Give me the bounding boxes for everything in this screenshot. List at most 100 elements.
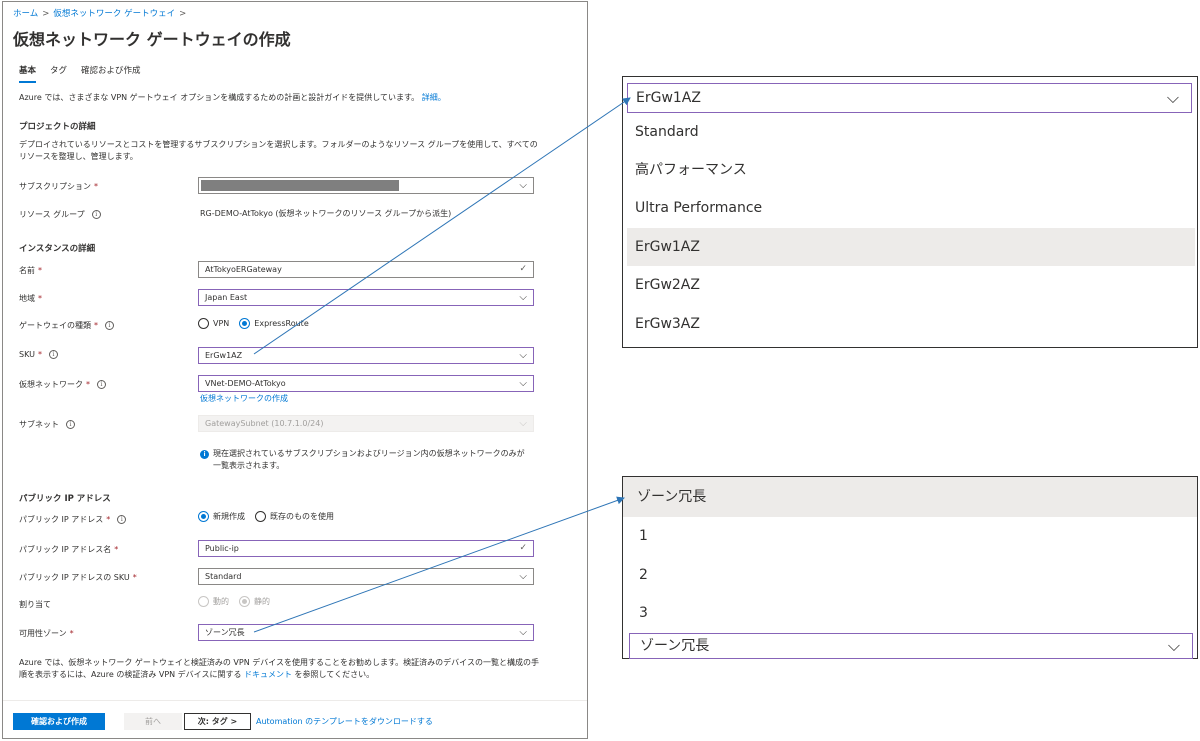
create-gateway-panel: ホーム > 仮想ネットワーク ゲートウェイ > 仮想ネットワーク ゲートウェイの作成 … <box>2 1 588 739</box>
more-options-icon[interactable]: ··· <box>267 29 278 43</box>
subscription-label-text: サブスクリプション <box>19 182 91 191</box>
public-ip-name-label: パブリック IP アドレス名 * <box>19 544 118 555</box>
sku-label-text: SKU <box>19 350 35 359</box>
sku-option[interactable]: ErGw3AZ <box>627 305 1195 343</box>
radio-static-label: 静的 <box>254 597 270 606</box>
review-create-button[interactable]: 確認および作成 <box>13 713 105 730</box>
vnet-dropdown[interactable]: VNet-DEMO-AtTokyo ⌵ <box>198 375 534 392</box>
sku-option-selected[interactable]: ErGw1AZ <box>627 228 1195 266</box>
vnet-info-note-text: 現在選択されているサブスクリプションおよびリージョン内の仮想ネットワークのみが一… <box>213 449 525 470</box>
zone-option[interactable]: 2 <box>623 556 1197 594</box>
info-icon[interactable]: i <box>91 210 101 219</box>
radio-static: 静的 <box>239 596 270 607</box>
download-template-link[interactable]: Automation のテンプレートをダウンロードする <box>256 716 433 727</box>
public-ip-sku-label: パブリック IP アドレスの SKU * <box>19 572 137 583</box>
tab-review-create[interactable]: 確認および作成 <box>81 64 141 83</box>
vnet-value: VNet-DEMO-AtTokyo <box>205 379 286 388</box>
chevron-down-icon: ⌵ <box>519 418 527 429</box>
zone-option[interactable]: 3 <box>623 594 1197 632</box>
sku-label: SKU * i <box>19 350 58 359</box>
required-marker: * <box>38 294 42 303</box>
gateway-type-label-text: ゲートウェイの種類 <box>19 321 91 330</box>
gateway-type-radio-group: VPN ExpressRoute <box>198 318 309 329</box>
region-label-text: 地域 <box>19 294 35 303</box>
subscription-dropdown[interactable]: ⌵ <box>198 177 534 194</box>
radio-expressroute[interactable]: ExpressRoute <box>239 318 309 329</box>
subnet-label: サブネット i <box>19 419 75 430</box>
info-icon[interactable]: i <box>66 420 75 429</box>
public-ip-label: パブリック IP アドレス * i <box>19 514 127 525</box>
zone-option[interactable]: 1 <box>623 517 1197 555</box>
region-dropdown[interactable]: Japan East ⌵ <box>198 289 534 306</box>
public-ip-radio-group: 新規作成 既存のものを使用 <box>198 511 334 522</box>
create-vnet-link[interactable]: 仮想ネットワークの作成 <box>200 393 288 404</box>
documentation-link[interactable]: ドキュメント <box>244 670 292 679</box>
subscription-label: サブスクリプション * <box>19 181 98 192</box>
region-label: 地域 * <box>19 293 42 304</box>
redacted-value <box>201 180 399 191</box>
availability-zone-label: 可用性ゾーン * <box>19 628 74 639</box>
instance-details-heading: インスタンスの詳細 <box>19 244 96 254</box>
check-icon: ✓ <box>519 264 527 274</box>
chevron-down-icon: ⌵ <box>519 571 527 582</box>
info-icon[interactable]: i <box>117 515 127 524</box>
name-input[interactable]: AtTokyoERGateway ✓ <box>198 261 534 278</box>
resource-group-value: RG-DEMO-AtTokyo (仮想ネットワークのリソース グループから派生) <box>200 209 452 218</box>
required-marker: * <box>106 515 111 524</box>
info-icon[interactable]: i <box>105 321 114 330</box>
info-icon[interactable]: i <box>97 380 106 389</box>
radio-dynamic-label: 動的 <box>213 597 229 606</box>
required-marker: * <box>38 266 42 275</box>
info-icon[interactable]: i <box>48 350 58 359</box>
chevron-down-icon: ⌵ <box>519 627 527 638</box>
radio-create-new[interactable]: 新規作成 <box>198 511 245 522</box>
vnet-info-note: i 現在選択されているサブスクリプションおよびリージョン内の仮想ネットワークのみが… <box>200 448 530 472</box>
chevron-down-icon: ⌵ <box>1166 88 1179 107</box>
breadcrumb-parent[interactable]: 仮想ネットワーク ゲートウェイ <box>53 9 175 19</box>
tab-basics[interactable]: 基本 <box>19 64 37 83</box>
tab-tags[interactable]: タグ <box>50 64 67 83</box>
availability-zone-dropdown[interactable]: ゾーン冗長 ⌵ <box>198 624 534 641</box>
breadcrumb-separator: > <box>42 9 50 19</box>
gateway-type-label: ゲートウェイの種類 * i <box>19 320 114 331</box>
learn-more-link[interactable]: 詳細。 <box>422 93 446 102</box>
assignment-radio-group: 動的 静的 <box>198 596 270 607</box>
radio-selected-icon <box>198 511 209 522</box>
check-icon: ✓ <box>519 543 527 553</box>
public-ip-name-value: Public-ip <box>205 544 239 553</box>
radio-use-existing-label: 既存のものを使用 <box>270 512 334 521</box>
sku-option[interactable]: ErGw2AZ <box>627 266 1195 304</box>
required-marker: * <box>37 350 42 359</box>
subnet-label-text: サブネット <box>19 420 59 429</box>
breadcrumb-home[interactable]: ホーム <box>13 9 38 19</box>
subnet-dropdown: GatewaySubnet (10.7.1.0/24) ⌵ <box>198 415 534 432</box>
availability-zone-value: ゾーン冗長 <box>205 628 245 637</box>
page-title: 仮想ネットワーク ゲートウェイの作成 <box>13 30 291 49</box>
sku-option[interactable]: Standard <box>627 113 1195 151</box>
zone-option-selected[interactable]: ゾーン冗長 <box>623 477 1197 517</box>
radio-circle-icon <box>198 596 209 607</box>
required-marker: * <box>132 573 137 582</box>
sku-dropdown[interactable]: ErGw1AZ ⌵ <box>198 347 534 364</box>
info-filled-icon: i <box>200 450 209 459</box>
sku-dropdown-expanded[interactable]: ErGw1AZ ⌵ <box>627 83 1192 113</box>
public-ip-name-input[interactable]: Public-ip ✓ <box>198 540 534 557</box>
assignment-label: 割り当て <box>19 600 51 609</box>
public-ip-sku-dropdown[interactable]: Standard ⌵ <box>198 568 534 585</box>
radio-vpn[interactable]: VPN <box>198 318 229 329</box>
next-tags-button[interactable]: 次: タグ > <box>184 713 251 730</box>
sku-option[interactable]: 高パフォーマンス <box>627 151 1195 189</box>
previous-button: 前へ <box>124 713 182 730</box>
tab-bar: 基本 タグ 確認および作成 <box>19 64 141 83</box>
radio-expressroute-label: ExpressRoute <box>254 319 309 328</box>
breadcrumb: ホーム > 仮想ネットワーク ゲートウェイ > <box>13 7 190 19</box>
sku-option[interactable]: Ultra Performance <box>627 189 1195 227</box>
public-ip-sku-label-text: パブリック IP アドレスの SKU <box>19 573 130 582</box>
chevron-down-icon: ⌵ <box>519 292 527 303</box>
zone-dropdown-expanded[interactable]: ゾーン冗長 ⌵ <box>629 633 1193 659</box>
required-marker: * <box>86 380 90 389</box>
radio-use-existing[interactable]: 既存のものを使用 <box>255 511 334 522</box>
chevron-down-icon: ⌵ <box>519 350 527 361</box>
radio-selected-icon <box>239 596 250 607</box>
required-marker: * <box>114 545 119 554</box>
